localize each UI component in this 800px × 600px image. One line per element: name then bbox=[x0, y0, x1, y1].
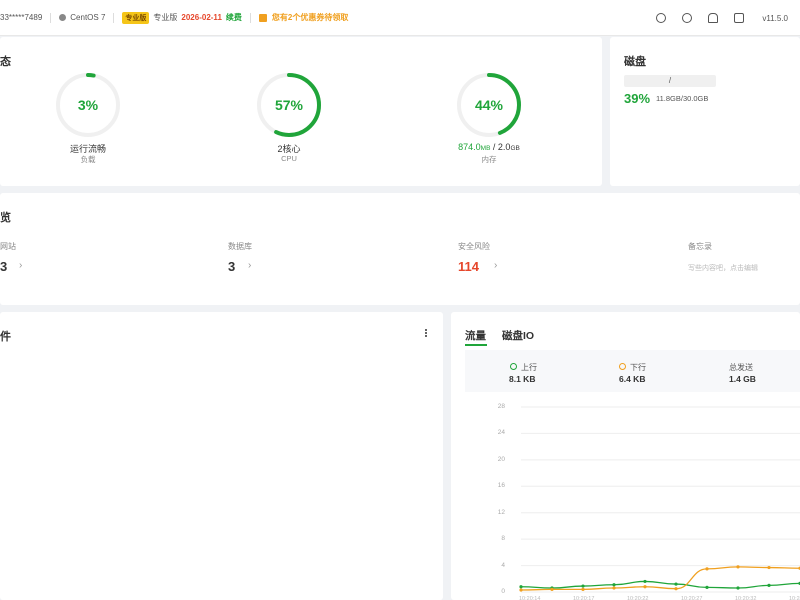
software-card: 件 bbox=[0, 312, 443, 600]
expire-date: 2026-02-11 bbox=[181, 13, 222, 22]
series-point bbox=[705, 585, 709, 589]
edition-info[interactable]: 专业版 专业版 2026-02-11 续费 bbox=[122, 11, 242, 24]
memory-sub: 内存 bbox=[481, 155, 497, 164]
series-point bbox=[705, 567, 709, 571]
y-tick-label: 12 bbox=[497, 508, 505, 516]
status-title: 态 bbox=[0, 56, 11, 68]
pro-badge: 专业版 bbox=[122, 11, 150, 24]
y-tick-label: 24 bbox=[497, 429, 505, 437]
series-point bbox=[612, 583, 616, 587]
bell-icon[interactable] bbox=[708, 13, 719, 23]
host-id: 33*****7489 bbox=[0, 13, 43, 22]
top-bar: 33*****7489 CentOS 7 专业版 专业版 2026-02-11 … bbox=[0, 0, 800, 36]
load-sub: 负载 bbox=[80, 155, 96, 164]
divider bbox=[113, 12, 115, 23]
x-tick-label: 10:20:32 bbox=[735, 596, 757, 600]
memory-used-unit: MB bbox=[480, 145, 491, 152]
series-point bbox=[581, 584, 585, 588]
disk-card: 磁盘 / 39% 11.8GB/30.0GB bbox=[610, 37, 800, 186]
y-tick-label: 28 bbox=[497, 403, 505, 410]
x-tick-label: 10:20:14 bbox=[519, 596, 541, 600]
series-point bbox=[519, 588, 523, 592]
series-point bbox=[550, 587, 554, 591]
series-point bbox=[736, 565, 740, 569]
y-tick-label: 4 bbox=[501, 561, 505, 569]
memory-value: 44% bbox=[474, 97, 504, 113]
overview-title: 览 bbox=[0, 212, 11, 224]
disk-percent: 39% bbox=[624, 91, 651, 106]
help-icon[interactable] bbox=[682, 13, 693, 23]
memory-used: 874.0 bbox=[458, 142, 481, 152]
coupon-text: 您有2个优惠券待领取 bbox=[271, 13, 349, 22]
y-tick-label: 0 bbox=[501, 588, 505, 595]
cpu-gauge[interactable]: 57% bbox=[256, 72, 322, 138]
series-point bbox=[767, 565, 771, 570]
series-point bbox=[519, 585, 523, 589]
cpu-value: 57% bbox=[274, 97, 304, 113]
coupon-notice[interactable]: 您有2个优惠券待领取 bbox=[258, 12, 349, 23]
renew-link[interactable]: 续费 bbox=[226, 12, 242, 23]
x-tick-label: 10:20:27 bbox=[681, 596, 703, 600]
overview-card: 览 网站 3 › 数据库 3 › 安全风险 114 › 备忘录 写些内容吧，点击… bbox=[0, 193, 800, 305]
y-tick-label: 20 bbox=[497, 455, 505, 463]
y-tick-label: 8 bbox=[501, 535, 505, 543]
security-label: 安全风险 bbox=[458, 242, 490, 251]
database-count[interactable]: 3 bbox=[228, 259, 235, 274]
centos-icon bbox=[59, 14, 67, 21]
os-info: CentOS 7 bbox=[59, 13, 105, 22]
series-point bbox=[736, 586, 740, 590]
series-point bbox=[767, 583, 771, 587]
database-arrow-icon[interactable]: › bbox=[248, 260, 251, 271]
site-count[interactable]: 3 bbox=[0, 259, 7, 274]
disk-mount[interactable]: / bbox=[624, 75, 716, 87]
y-tick-label: 16 bbox=[497, 482, 505, 490]
more-menu-icon[interactable] bbox=[425, 328, 429, 338]
traffic-card: 流量 磁盘IO 上行 8.1 KB 下行 6.4 KB 总发送 1.4 GB 2… bbox=[451, 312, 800, 600]
theme-icon[interactable] bbox=[656, 13, 667, 23]
memory-total: / 2.0 bbox=[490, 142, 511, 152]
database-label: 数据库 bbox=[228, 242, 252, 251]
load-value: 3% bbox=[77, 97, 99, 113]
divider bbox=[249, 12, 251, 23]
site-label: 网站 bbox=[0, 242, 16, 251]
series-line bbox=[520, 580, 800, 589]
series-point bbox=[612, 586, 616, 590]
site-arrow-icon[interactable]: › bbox=[19, 260, 22, 271]
version-label[interactable]: v11.5.0 bbox=[762, 14, 788, 23]
series-point bbox=[581, 587, 585, 591]
series-point bbox=[643, 579, 647, 584]
disk-title: 磁盘 bbox=[624, 56, 646, 68]
gift-icon bbox=[258, 13, 267, 22]
memo-note[interactable]: 写些内容吧，点击编辑 bbox=[688, 263, 758, 273]
x-tick-label: 10:20:37 bbox=[789, 596, 800, 600]
status-card: 态 3% 运行流畅 负载 57% 2核心 CPU 44% 874.0MB / 2… bbox=[0, 37, 602, 186]
divider bbox=[50, 12, 52, 23]
os-name: CentOS 7 bbox=[70, 13, 106, 22]
memo-label: 备忘录 bbox=[688, 242, 712, 251]
top-actions: v11.5.0 bbox=[648, 0, 800, 36]
edit-icon[interactable] bbox=[734, 13, 745, 23]
edition-name: 专业版 bbox=[153, 13, 178, 22]
series-point bbox=[643, 585, 647, 589]
series-point bbox=[674, 582, 678, 586]
cpu-sub: CPU bbox=[281, 154, 297, 163]
host-info[interactable]: 33*****7489 bbox=[0, 13, 42, 22]
series-point bbox=[674, 587, 678, 591]
x-tick-label: 10:20:22 bbox=[627, 596, 649, 600]
memory-total-unit: GB bbox=[510, 145, 520, 152]
x-tick-label: 10:20:17 bbox=[573, 596, 595, 600]
software-title: 件 bbox=[0, 331, 11, 343]
load-gauge[interactable]: 3% bbox=[55, 72, 121, 138]
memory-gauge[interactable]: 44% bbox=[456, 72, 522, 138]
security-count[interactable]: 114 bbox=[458, 259, 479, 274]
memory-label: 874.0MB / 2.0GB bbox=[429, 142, 549, 152]
disk-size: 11.8GB/30.0GB bbox=[656, 94, 709, 103]
security-arrow-icon[interactable]: › bbox=[494, 260, 497, 271]
